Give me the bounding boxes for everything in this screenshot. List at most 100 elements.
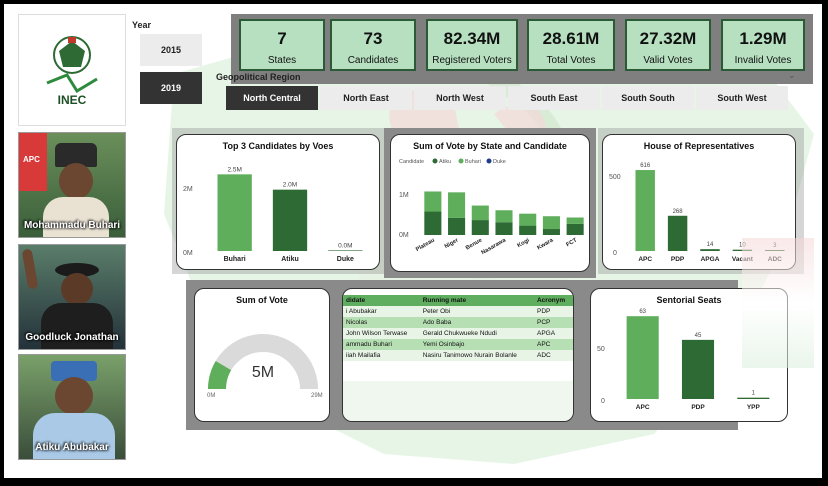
- data-label: 2.5M: [227, 166, 241, 173]
- portrait-atiku: Atiku Abubakar: [18, 354, 126, 460]
- table-cell: PDP: [533, 306, 573, 317]
- year-option-2019[interactable]: 2019: [140, 72, 202, 104]
- table-cell: i Abubakar: [343, 306, 420, 317]
- year-option-2015[interactable]: 2015: [140, 34, 202, 66]
- table-row[interactable]: John Wilson Terwase Gerald Chukwueke Ndu…: [343, 328, 573, 339]
- bar-apc[interactable]: [635, 170, 655, 251]
- legend-swatch-atiku: [432, 158, 438, 164]
- geo-option-south-south[interactable]: South South: [602, 86, 694, 110]
- category-label: APC: [636, 404, 650, 411]
- bar-fct-buhari[interactable]: [566, 217, 584, 224]
- legend-title: Candidate: [399, 159, 424, 165]
- table-header[interactable]: Acronym: [533, 295, 573, 306]
- geo-option-south-west[interactable]: South West: [696, 86, 788, 110]
- category-label: Plateau: [415, 237, 436, 253]
- dashboard-canvas: INEC APC Mohammadu Buhari Goodluck Jonat…: [4, 4, 822, 478]
- table-cell: PCP: [533, 317, 573, 328]
- table-row[interactable]: Nicolas Ado Baba PCP: [343, 317, 573, 328]
- geo-option-north-east[interactable]: North East: [320, 86, 412, 110]
- bar-niger-buhari[interactable]: [448, 192, 466, 218]
- kpi-value: 27.32M: [639, 29, 697, 48]
- data-label: 14: [707, 242, 714, 248]
- category-label: APGA: [701, 256, 720, 263]
- bar-plateau-buhari[interactable]: [424, 191, 442, 212]
- table-cell: Nicolas: [343, 317, 420, 328]
- data-label: 45: [695, 333, 702, 339]
- legend-label: Atiku: [439, 159, 451, 165]
- bar-fct-atiku[interactable]: [566, 223, 584, 235]
- table-cell: John Wilson Terwase: [343, 328, 420, 339]
- kpi-label: Total Votes: [546, 55, 596, 66]
- kpi-label: Valid Votes: [643, 55, 693, 66]
- data-label: 1: [752, 391, 756, 397]
- bar-nasarawa-atiku[interactable]: [495, 222, 513, 235]
- bar-benue-atiku[interactable]: [471, 220, 489, 235]
- legend-label: Duke: [493, 159, 506, 165]
- category-label: FCT: [565, 237, 578, 248]
- category-label: Kogi: [517, 237, 531, 249]
- table-cell: Ado Baba: [419, 317, 534, 328]
- kpi-value: 73: [363, 29, 383, 48]
- table-header[interactable]: didate: [343, 295, 420, 306]
- table-row[interactable]: i Abubakar Peter Obi PDP: [343, 306, 573, 317]
- chevron-down-icon[interactable]: ⌄: [788, 70, 796, 81]
- top3-candidates-card[interactable]: Top 3 Candidates by Voes 2M 0M 2.5M Buhar…: [176, 134, 380, 270]
- bar-atiku[interactable]: [272, 189, 308, 251]
- bar-apga[interactable]: [700, 249, 720, 251]
- inec-logo: INEC: [18, 14, 126, 126]
- bar-ypp[interactable]: [737, 397, 770, 399]
- table-cell: APGA: [533, 328, 573, 339]
- kpi-value: 28.61M: [542, 29, 600, 48]
- state-vote-card[interactable]: Sum of Vote by State and Candidate Candi…: [390, 134, 590, 272]
- bar-duke[interactable]: [328, 250, 363, 251]
- bar-nasarawa-buhari[interactable]: [495, 210, 513, 223]
- bar-plateau-atiku[interactable]: [424, 211, 442, 235]
- legend-swatch-buhari: [458, 158, 464, 164]
- apc-badge: APC: [23, 155, 40, 164]
- table-header[interactable]: Running mate: [419, 295, 534, 306]
- bar-benue-buhari[interactable]: [471, 205, 489, 221]
- data-label: 616: [640, 163, 651, 169]
- gauge-fill: [208, 361, 232, 390]
- legend-swatch-duke: [486, 158, 492, 164]
- kpi-label: States: [267, 55, 297, 66]
- bar-kogi-buhari[interactable]: [519, 213, 537, 226]
- kpi-card-registered-voters: 82.34M Registered Voters: [426, 19, 518, 71]
- table-cell: ADC: [533, 350, 573, 361]
- top3-y-tick: 2M: [183, 186, 193, 193]
- data-label: 0.0M: [338, 242, 352, 249]
- state-vote-chart: Candidate Atiku Buhari Duke 1M 0M Platea…: [399, 158, 584, 256]
- kpi-card-states: 7 States: [239, 19, 325, 71]
- category-label: YPP: [747, 404, 761, 411]
- table-row[interactable]: iiah Mailafia Nasiru Tanimowo Nurain Bol…: [343, 350, 573, 361]
- table-cell: Nasiru Tanimowo Nurain Bolanle: [419, 350, 534, 361]
- candidates-table-card[interactable]: didate Running mate Acronym i Abubakar P…: [342, 288, 574, 422]
- bar-kwara-atiku[interactable]: [542, 229, 560, 235]
- table-cell: Yemi Osinbajo: [419, 339, 534, 350]
- bar-apc[interactable]: [626, 316, 659, 399]
- category-label: Kwara: [536, 237, 555, 251]
- bar-pdp[interactable]: [681, 339, 715, 399]
- table-cell: APC: [533, 339, 573, 350]
- bar-buhari[interactable]: [217, 174, 252, 251]
- portrait-name: Mohammadu Buhari: [23, 220, 121, 231]
- state-vote-title: Sum of Vote by State and Candidate: [413, 141, 567, 151]
- geo-option-north-central[interactable]: North Central: [226, 86, 318, 110]
- geo-option-north-west[interactable]: North West: [414, 86, 506, 110]
- portrait-buhari: APC Mohammadu Buhari: [18, 132, 126, 238]
- table-cell: iiah Mailafia: [343, 350, 420, 361]
- geo-option-south-east[interactable]: South East: [508, 86, 600, 110]
- kpi-value: 1.29M: [739, 29, 787, 48]
- top3-y-tick: 0M: [183, 250, 193, 257]
- kpi-label: Invalid Votes: [734, 55, 792, 66]
- state-y-tick: 1M: [399, 192, 409, 199]
- portrait-name: Goodluck Jonathan: [25, 332, 119, 343]
- bar-niger-atiku[interactable]: [448, 217, 466, 235]
- portrait-jonathan: Goodluck Jonathan: [18, 244, 126, 350]
- bar-pdp[interactable]: [667, 215, 688, 251]
- table-row[interactable]: ammadu Buhari Yemi Osinbajo APC: [343, 339, 573, 350]
- table-cell: Gerald Chukwueke Ndudi: [419, 328, 534, 339]
- bar-kwara-buhari[interactable]: [542, 216, 560, 230]
- sum-of-vote-gauge-card[interactable]: Sum of Vote 5M 0M 29M: [194, 288, 330, 422]
- bar-kogi-atiku[interactable]: [519, 225, 537, 235]
